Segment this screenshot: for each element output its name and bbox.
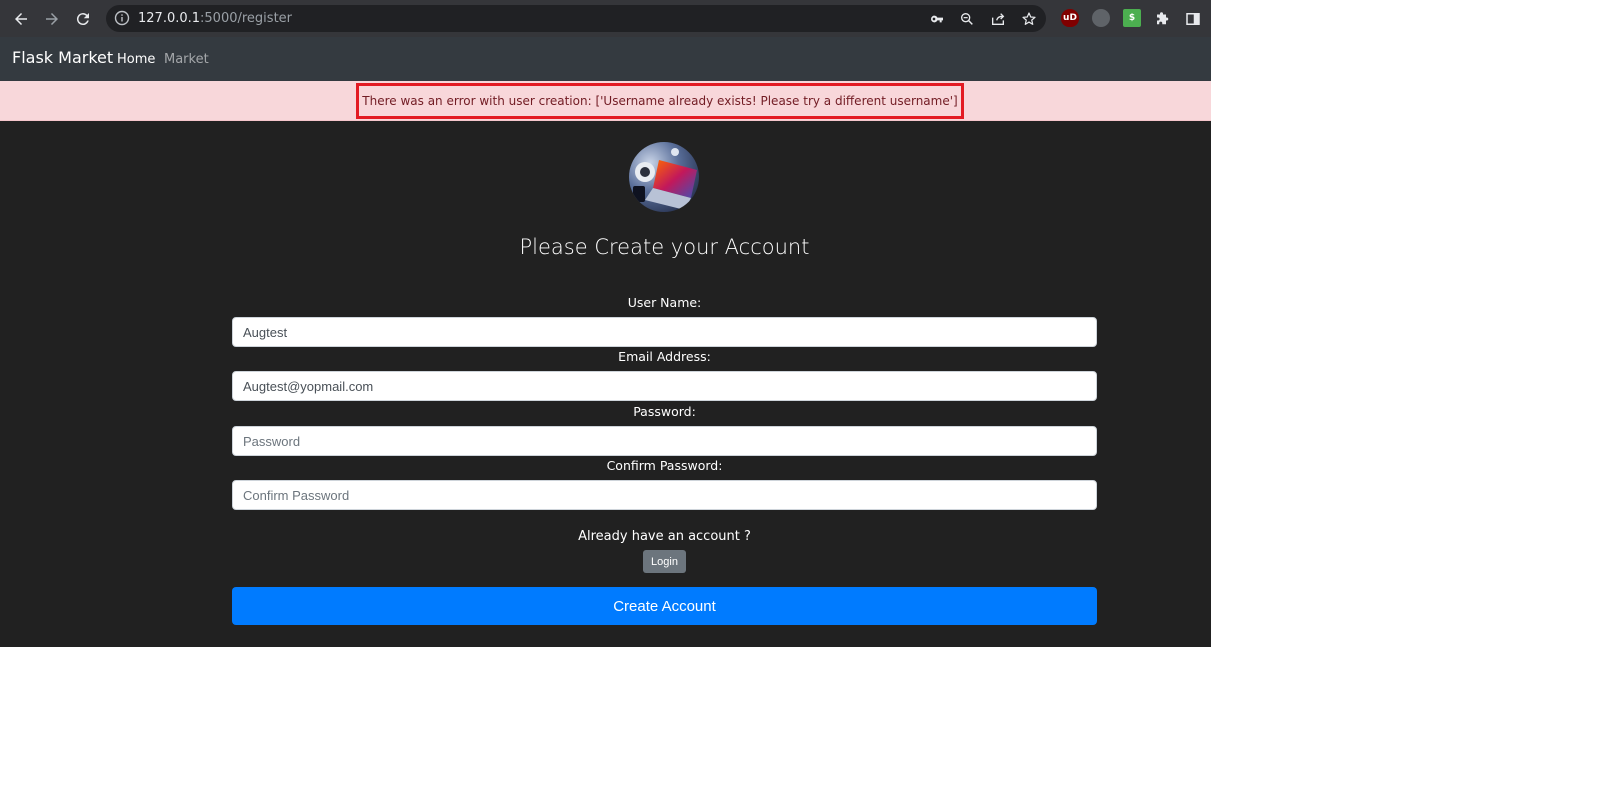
already-have-account-text: Already have an account ? [578,529,751,544]
puzzle-icon[interactable] [1150,6,1176,32]
forward-arrow-icon[interactable] [39,6,65,32]
register-avatar-image [629,142,699,212]
nav-link-home[interactable]: Home [117,52,155,67]
navbar-brand[interactable]: Flask Market [12,48,113,67]
username-label: User Name: [627,295,702,310]
info-icon[interactable] [114,10,130,26]
login-button[interactable]: Login [643,550,686,573]
browser-window: 127.0.0.1:5000/register uD $ Flask Marke… [0,0,1211,647]
browser-toolbar: 127.0.0.1:5000/register uD $ [0,0,1211,37]
extension-dollar-icon[interactable]: $ [1123,9,1141,27]
ublock-icon[interactable]: uD [1061,9,1079,27]
username-input[interactable] [232,317,1097,347]
url-host: 127.0.0.1 [138,11,201,26]
side-panel-icon[interactable] [1180,6,1206,32]
page-title: Please Create your Account [519,235,810,259]
url-text[interactable]: 127.0.0.1:5000/register [138,10,292,27]
error-alert-message: There was an error with user creation: [… [362,94,958,108]
extension-gray-icon[interactable] [1092,9,1110,27]
nav-link-market[interactable]: Market [164,52,209,67]
share-icon[interactable] [988,9,1008,29]
url-path: :5000/register [200,11,293,26]
key-icon[interactable] [927,9,947,29]
reload-icon[interactable] [70,6,96,32]
navbar: Flask Market Home Market [0,37,1211,81]
ublock-label: uD [1063,13,1077,23]
extension-dollar-label: $ [1128,13,1136,23]
star-icon[interactable] [1019,9,1039,29]
confirm-password-input[interactable] [232,480,1097,510]
back-arrow-icon[interactable] [8,6,34,32]
address-bar[interactable]: 127.0.0.1:5000/register [106,5,1046,32]
error-alert-highlight: There was an error with user creation: [… [356,83,964,119]
password-input[interactable] [232,426,1097,456]
email-input[interactable] [232,371,1097,401]
password-label: Password: [633,404,696,419]
confirm-password-label: Confirm Password: [606,458,723,473]
zoom-icon[interactable] [957,9,977,29]
email-label: Email Address: [618,349,711,364]
create-account-button[interactable]: Create Account [232,587,1097,625]
